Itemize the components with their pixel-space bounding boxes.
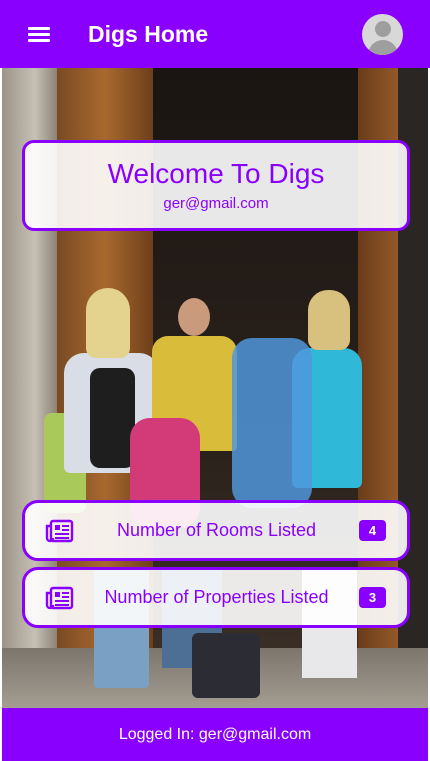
welcome-email: ger@gmail.com (163, 195, 269, 212)
properties-listed-card[interactable]: Number of Properties Listed 3 (22, 567, 410, 628)
app-bar: Digs Home (0, 0, 430, 68)
newspaper-icon (45, 519, 74, 542)
hamburger-menu-icon[interactable] (0, 0, 78, 68)
rooms-listed-card[interactable]: Number of Rooms Listed 4 (22, 500, 410, 561)
page-title: Digs Home (88, 20, 209, 47)
logged-in-status: Logged In: ger@gmail.com (118, 725, 312, 743)
footer: Logged In: ger@gmail.com (2, 708, 428, 761)
properties-count-badge: 3 (359, 587, 386, 608)
rooms-listed-label: Number of Rooms Listed (116, 520, 317, 540)
properties-listed-label: Number of Properties Listed (104, 587, 329, 607)
account-avatar-icon[interactable] (362, 13, 403, 55)
newspaper-icon (45, 586, 74, 609)
welcome-card: Welcome To Digs ger@gmail.com (22, 140, 410, 231)
rooms-count-badge: 4 (359, 520, 386, 541)
welcome-title: Welcome To Digs (107, 158, 325, 189)
